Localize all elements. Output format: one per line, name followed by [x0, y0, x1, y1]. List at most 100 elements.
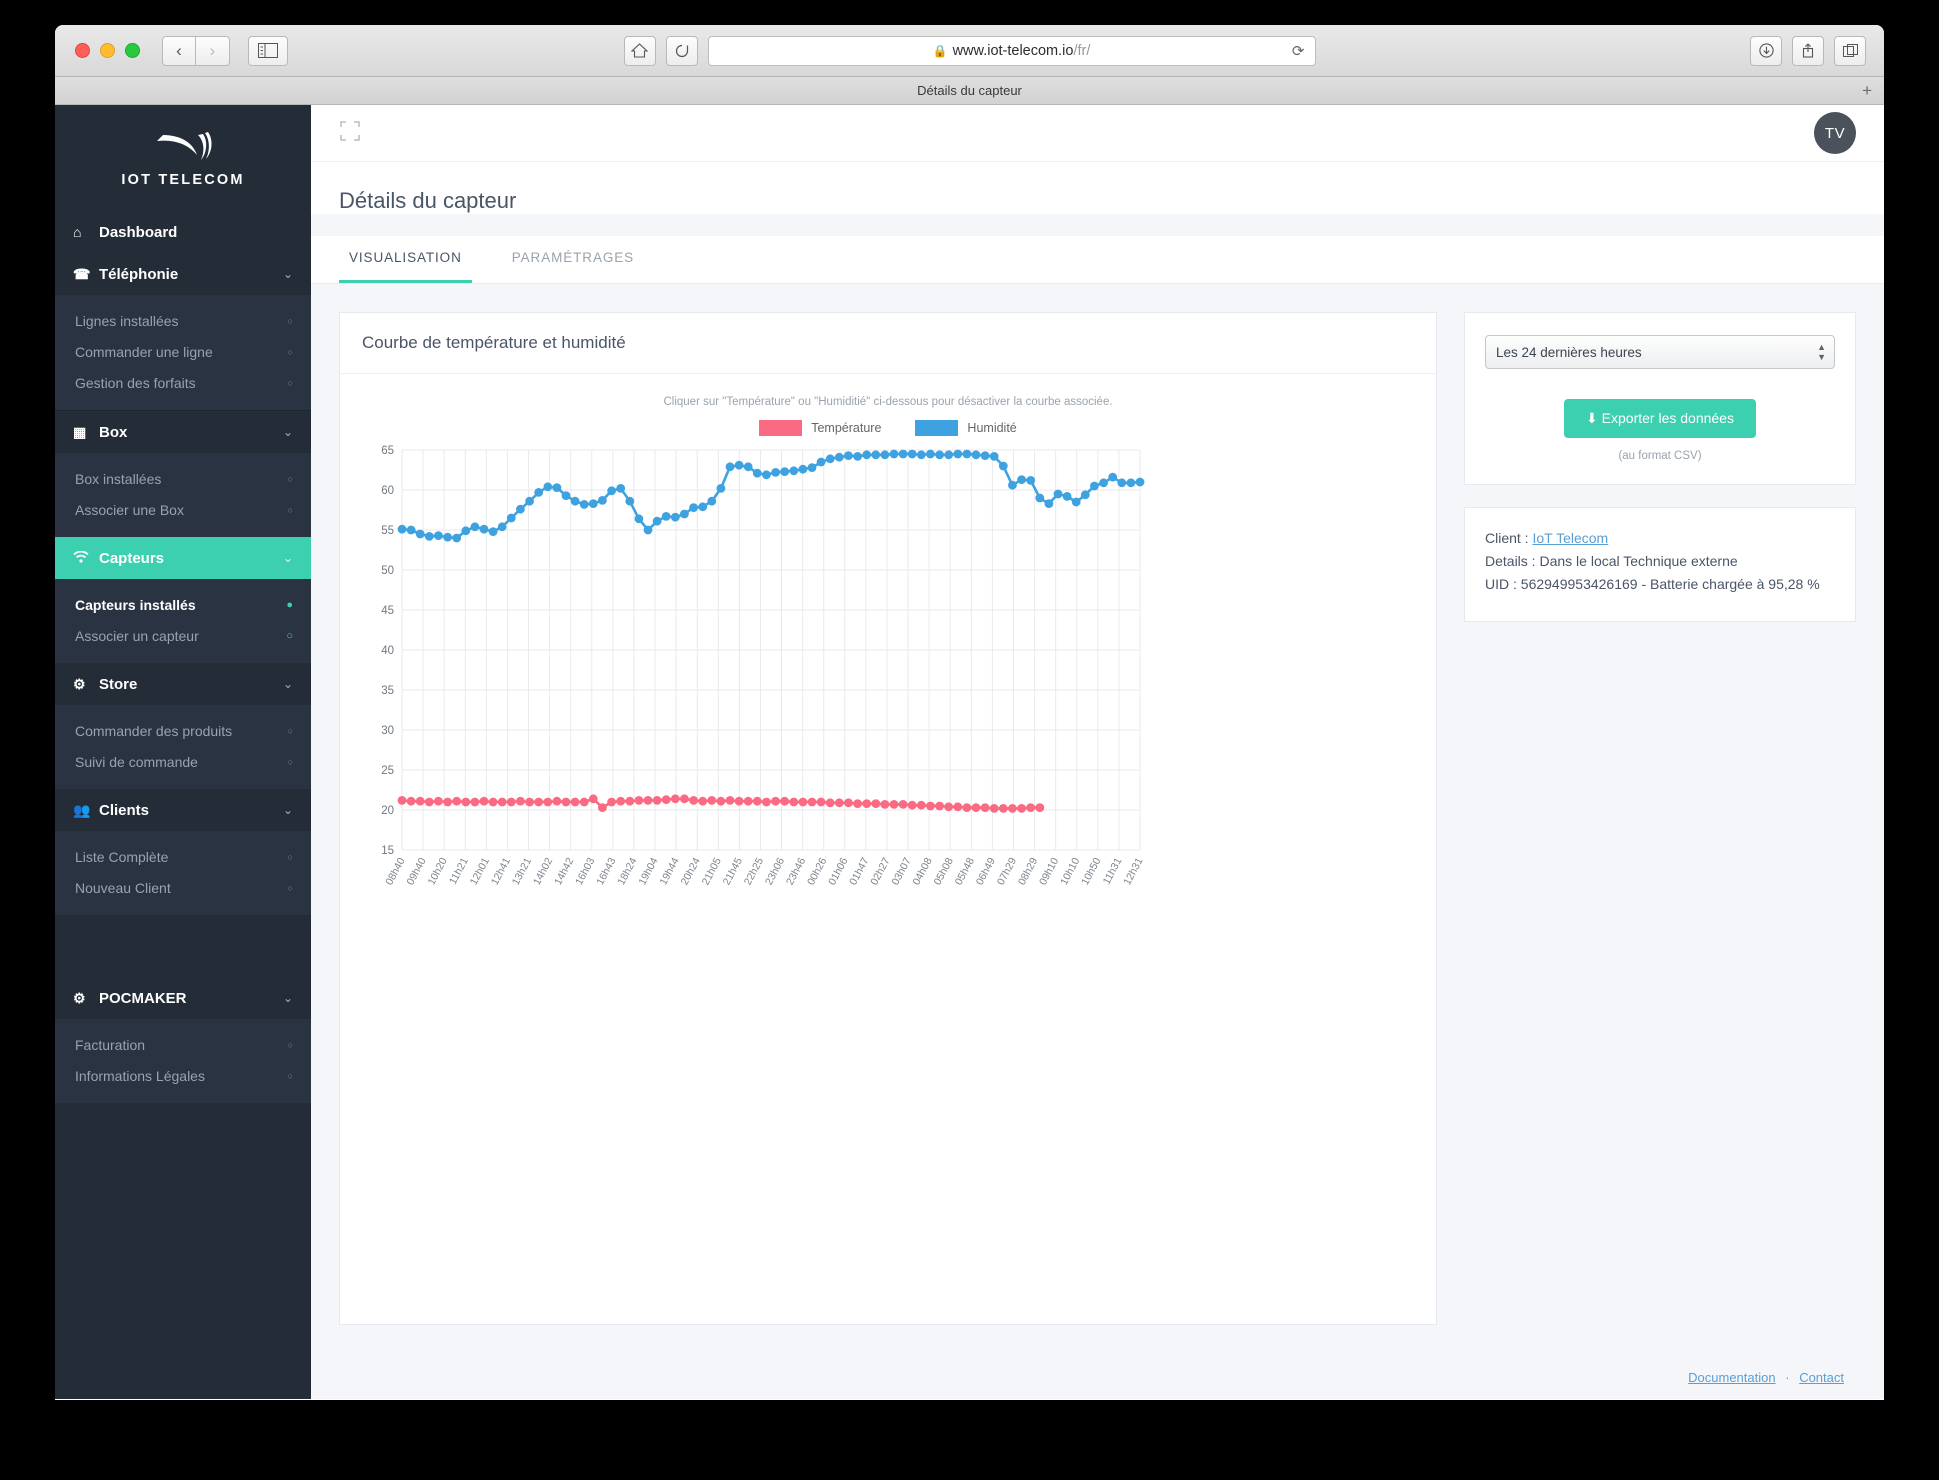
browser-window: ‹ › 🔒 www.iot-telecom.io /fr/ ⟳ Détails …	[55, 25, 1884, 1400]
home-button[interactable]	[623, 35, 656, 66]
sidebar-sublabel: Capteurs installés	[75, 596, 196, 613]
chart-legend[interactable]: Température Humidité	[360, 420, 1416, 436]
sidebar-submenu-telephonie: Lignes installées ○ Commander une ligne …	[55, 295, 311, 410]
main-area: TV Détails du capteur VISUALISATION PARA…	[311, 105, 1884, 1399]
svg-text:10h50: 10h50	[1079, 856, 1103, 888]
reader-icon	[675, 44, 688, 57]
brand-name: IOT TELECOM	[121, 171, 245, 188]
info-client-row: Client : IoT Telecom	[1485, 530, 1835, 546]
svg-text:25: 25	[381, 765, 394, 777]
sidebar-item-commander-une-ligne[interactable]: Commander une ligne ○	[55, 336, 311, 367]
address-bar[interactable]: 🔒 www.iot-telecom.io/fr/ ⟳	[707, 35, 1316, 66]
info-client-label: Client :	[1485, 530, 1533, 546]
sidebar-sublabel: Lignes installées	[75, 312, 179, 329]
svg-text:40: 40	[381, 645, 394, 657]
sidebar-item-lignes-installees[interactable]: Lignes installées ○	[55, 305, 311, 336]
browser-titlebar: ‹ › 🔒 www.iot-telecom.io /fr/ ⟳	[55, 25, 1884, 77]
legend-swatch-humidite	[915, 420, 959, 436]
sidebar-item-associer-une-box[interactable]: Associer une Box ○	[55, 494, 311, 525]
back-button[interactable]: ‹	[162, 35, 196, 66]
chevron-down-icon: ⌄	[282, 425, 293, 439]
brand-logo[interactable]: IOT TELECOM	[55, 105, 311, 211]
sidebar-item-commander-des-produits[interactable]: Commander des produits ○	[55, 715, 311, 746]
sidebar-item-facturation[interactable]: Facturation ○	[55, 1029, 311, 1060]
sensor-line-chart[interactable]: 152025303540455055606508h4009h4010h2011h…	[360, 442, 1150, 962]
sidebar-item-store[interactable]: ⚙ Store ⌄	[55, 663, 311, 705]
sidebar-item-clients[interactable]: 👥 Clients ⌄	[55, 789, 311, 831]
avatar[interactable]: TV	[1814, 112, 1856, 154]
footer-contact-link[interactable]: Contact	[1799, 1370, 1844, 1385]
sidebar-item-capteurs-installes[interactable]: Capteurs installés ●	[55, 589, 311, 620]
tabs-button[interactable]	[1834, 35, 1866, 66]
browser-tabstrip[interactable]: Détails du capteur +	[55, 77, 1884, 105]
sidebar-item-box[interactable]: ▦ Box ⌄	[55, 411, 311, 453]
sidebar-item-pocmaker[interactable]: ⚙ POCMAKER ⌄	[55, 977, 311, 1019]
app-topbar: TV	[311, 105, 1884, 162]
sidebar-item-informations-legales[interactable]: Informations Légales ○	[55, 1060, 311, 1091]
reader-button[interactable]	[665, 35, 698, 66]
svg-text:35: 35	[381, 685, 394, 697]
share-button[interactable]	[1792, 35, 1824, 66]
close-window-button[interactable]	[75, 43, 90, 58]
bullet-active-icon: ●	[286, 598, 293, 611]
sidebar-item-dashboard[interactable]: ⌂ Dashboard	[55, 211, 311, 253]
url-path: /fr/	[1073, 42, 1091, 59]
page-title: Détails du capteur	[339, 188, 517, 213]
tab-label: VISUALISATION	[349, 250, 462, 265]
svg-text:12h31: 12h31	[1121, 856, 1145, 888]
sidebar-sublabel: Gestion des forfaits	[75, 374, 196, 391]
time-range-select[interactable]: Les 24 dernières heures	[1485, 335, 1835, 369]
users-icon: 👥	[73, 801, 91, 818]
reload-icon[interactable]: ⟳	[1292, 42, 1305, 60]
chevron-down-icon: ⌄	[282, 803, 293, 817]
range-select-wrap: Les 24 dernières heures ▲ ▼	[1485, 335, 1835, 369]
chevron-down-icon: ⌄	[282, 267, 293, 281]
new-tab-icon[interactable]: +	[1862, 81, 1872, 101]
url-area: 🔒 www.iot-telecom.io/fr/ ⟳	[623, 35, 1316, 66]
legend-label-humidite: Humidité	[967, 421, 1017, 435]
sidebar-submenu-store: Commander des produits ○ Suivi de comman…	[55, 705, 311, 789]
tab-visualisation[interactable]: VISUALISATION	[339, 236, 472, 283]
lock-icon: 🔒	[932, 43, 948, 58]
sidebar-sublabel: Liste Complète	[75, 848, 169, 865]
download-button[interactable]	[1750, 35, 1782, 66]
sidebar-item-gestion-des-forfaits[interactable]: Gestion des forfaits ○	[55, 367, 311, 398]
home-icon	[631, 43, 648, 58]
svg-text:15: 15	[381, 845, 394, 857]
bullet-icon: ○	[287, 756, 293, 767]
sidebar-item-telephonie[interactable]: ☎ Téléphonie ⌄	[55, 253, 311, 295]
page-tabs: VISUALISATION PARAMÉTRAGES	[311, 236, 1884, 284]
bullet-icon: ○	[287, 346, 293, 357]
sidebar-item-box-installees[interactable]: Box installées ○	[55, 463, 311, 494]
sidebar-sublabel: Informations Légales	[75, 1067, 205, 1084]
svg-text:55: 55	[381, 525, 394, 537]
chart-body: Cliquer sur "Température" ou "Humiditié"…	[340, 374, 1436, 977]
browser-tab-title[interactable]: Détails du capteur	[917, 83, 1022, 98]
export-data-button[interactable]: ⬇ Exporter les données	[1564, 399, 1756, 438]
nav-buttons[interactable]: ‹ ›	[162, 35, 230, 66]
sidebar-sublabel: Associer un capteur	[75, 627, 199, 644]
minimize-window-button[interactable]	[100, 43, 115, 58]
sidebar-item-suivi-de-commande[interactable]: Suivi de commande ○	[55, 746, 311, 777]
legend-item-temperature[interactable]: Température	[759, 420, 881, 436]
phone-icon: ☎	[73, 265, 91, 282]
sidebar-item-liste-complete[interactable]: Liste Complète ○	[55, 841, 311, 872]
sidebar-item-capteurs[interactable]: Capteurs ⌄	[55, 537, 311, 579]
legend-item-humidite[interactable]: Humidité	[915, 420, 1017, 436]
svg-text:30: 30	[381, 725, 394, 737]
expand-button[interactable]	[339, 120, 361, 147]
footer-separator: ·	[1785, 1370, 1790, 1385]
wifi-icon-svg	[73, 550, 89, 563]
window-controls[interactable]	[75, 43, 140, 58]
sidebar-sublabel: Commander des produits	[75, 722, 233, 739]
footer-documentation-link[interactable]: Documentation	[1688, 1370, 1775, 1385]
tab-parametrages[interactable]: PARAMÉTRAGES	[502, 236, 644, 283]
forward-button[interactable]: ›	[196, 35, 230, 66]
sidebar-item-nouveau-client[interactable]: Nouveau Client ○	[55, 872, 311, 903]
sidebar-item-associer-un-capteur[interactable]: Associer un capteur ○	[55, 620, 311, 651]
browser-right-buttons[interactable]	[1750, 35, 1866, 66]
info-client-link[interactable]: IoT Telecom	[1532, 530, 1608, 546]
maximize-window-button[interactable]	[125, 43, 140, 58]
tab-label: PARAMÉTRAGES	[511, 250, 635, 265]
sidebar-toggle-button[interactable]	[248, 35, 288, 66]
